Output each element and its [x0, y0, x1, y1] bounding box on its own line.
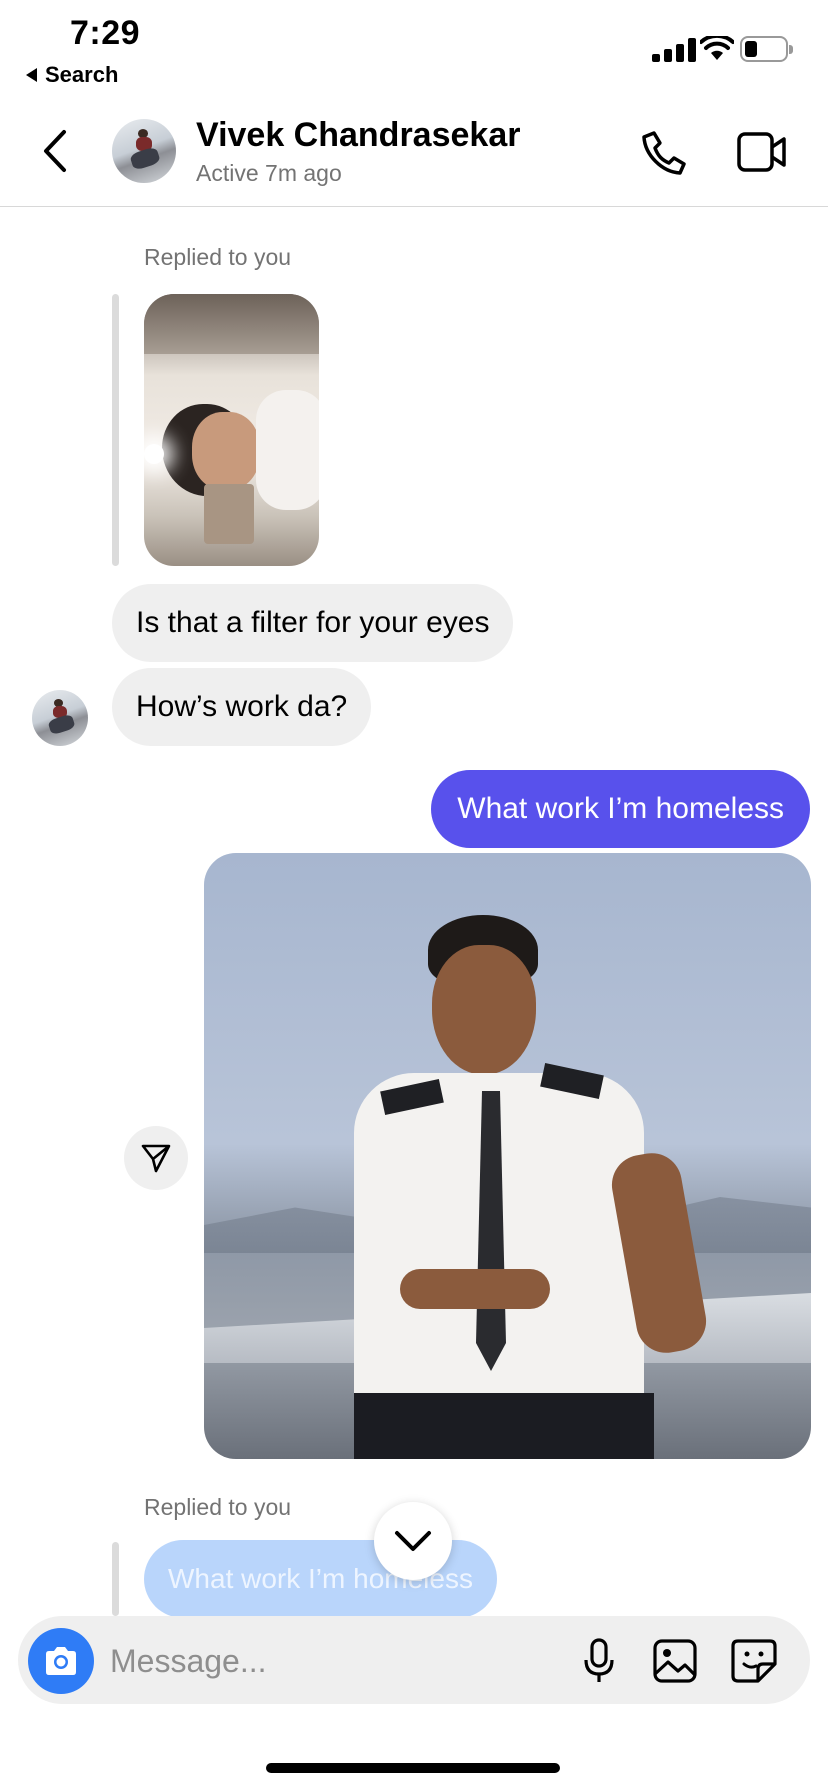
send-icon — [141, 1144, 171, 1173]
status-time: 7:29 — [70, 14, 141, 52]
contact-avatar[interactable] — [112, 119, 176, 183]
message-input[interactable] — [110, 1628, 550, 1694]
reply-indicator-bar — [112, 294, 119, 566]
contact-name[interactable]: Vivek Chandrasekar — [196, 116, 520, 155]
outgoing-message[interactable]: What work I’m homeless — [431, 770, 810, 848]
battery-icon — [740, 36, 793, 62]
battery-level — [745, 41, 757, 57]
back-to-app-label: Search — [45, 62, 119, 87]
reply-meta: Replied to you — [144, 244, 292, 270]
reply-meta: Replied to you — [144, 1494, 292, 1520]
sticker-icon[interactable] — [730, 1638, 778, 1684]
active-status: Active 7m ago — [196, 160, 342, 186]
camera-icon — [46, 1647, 76, 1675]
replied-photo[interactable] — [144, 294, 319, 566]
image-icon[interactable] — [652, 1638, 698, 1684]
sender-avatar[interactable] — [32, 690, 88, 746]
sent-photo[interactable] — [204, 853, 811, 1459]
back-triangle-icon — [26, 68, 37, 82]
share-button[interactable] — [124, 1126, 188, 1190]
microphone-icon[interactable] — [582, 1638, 616, 1684]
chevron-down-icon — [395, 1531, 431, 1551]
cellular-signal-icon — [652, 38, 698, 62]
chevron-left-icon[interactable] — [40, 128, 70, 174]
phone-icon[interactable] — [640, 129, 688, 177]
wifi-icon — [700, 36, 734, 60]
incoming-message[interactable]: How’s work da? — [112, 668, 372, 746]
incoming-message[interactable]: Is that a filter for your eyes — [112, 584, 514, 662]
camera-button[interactable] — [28, 1628, 94, 1694]
scroll-to-bottom-button[interactable] — [374, 1502, 452, 1580]
video-icon[interactable] — [736, 131, 788, 173]
back-to-app-link[interactable]: Search — [26, 62, 118, 88]
home-indicator — [266, 1763, 560, 1773]
reply-indicator-bar — [112, 1542, 119, 1616]
